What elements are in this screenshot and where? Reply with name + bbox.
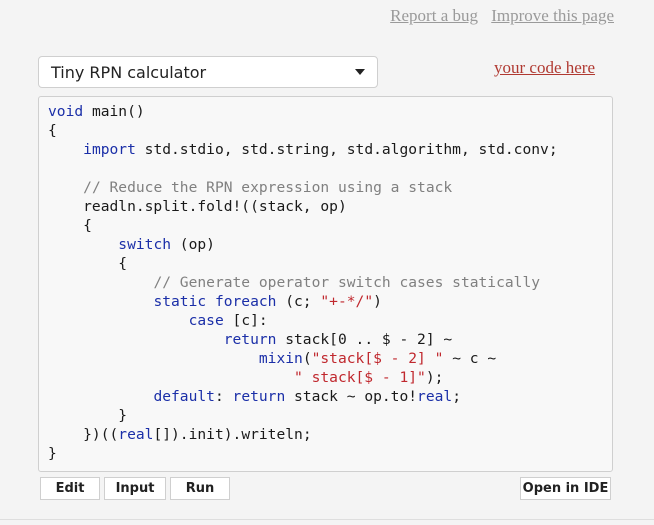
- example-select-value: Tiny RPN calculator: [51, 62, 207, 82]
- code-line: mixin("stack[$ - 2] " ~ c ~: [48, 349, 612, 368]
- code-text: {: [48, 122, 57, 139]
- code-text: {: [48, 217, 92, 234]
- bottom-divider: [0, 519, 654, 520]
- code-line: switch (op): [48, 235, 612, 254]
- code-line: void main(): [48, 102, 612, 121]
- report-bug-link[interactable]: Report a bug: [390, 6, 478, 25]
- run-button[interactable]: Run: [170, 477, 230, 500]
- code-text: (op): [171, 236, 215, 253]
- code-keyword: import: [83, 141, 136, 158]
- top-links: Report a bug Improve this page: [381, 6, 614, 26]
- code-text: })((: [48, 426, 119, 443]
- code-text: std.stdio, std.string, std.algorithm, st…: [135, 141, 558, 158]
- code-line: readln.split.fold!((stack, op): [48, 197, 612, 216]
- code-text: }: [48, 407, 128, 424]
- code-text: stack ~ op.to!: [285, 388, 418, 405]
- code-text: main(): [83, 103, 145, 120]
- code-editor[interactable]: void main(){ import std.stdio, std.strin…: [38, 96, 613, 472]
- code-keyword: return: [232, 388, 286, 405]
- code-line: }: [48, 444, 612, 463]
- code-text: (c;: [276, 293, 321, 310]
- code-keyword: switch: [118, 236, 172, 253]
- page: Report a bug Improve this page Tiny RPN …: [0, 0, 654, 525]
- code-keyword: real: [118, 426, 154, 443]
- open-in-ide-button[interactable]: Open in IDE: [520, 477, 611, 500]
- code-text: }: [48, 445, 57, 462]
- improve-page-link[interactable]: Improve this page: [491, 6, 614, 25]
- your-code-link[interactable]: your code here: [494, 58, 595, 78]
- code-line: // Generate operator switch cases static…: [48, 273, 612, 292]
- code-keyword: case: [188, 312, 224, 329]
- code-keyword: void: [48, 103, 84, 120]
- code-text: ;: [452, 388, 461, 405]
- chevron-down-icon: [355, 69, 365, 75]
- code-line: {: [48, 216, 612, 235]
- code-line: case [c]:: [48, 311, 612, 330]
- code-keyword: default: [153, 388, 215, 405]
- code-text: readln.split.fold!((stack, op): [48, 198, 347, 215]
- code-comment: // Generate operator switch cases static…: [153, 274, 541, 291]
- code-text: ~ c ~: [443, 350, 497, 367]
- code-line: static foreach (c; "+-*/"): [48, 292, 612, 311]
- code-line: import std.stdio, std.string, std.algori…: [48, 140, 612, 159]
- code-text: );: [425, 369, 444, 386]
- code-line: default: return stack ~ op.to!real;: [48, 387, 612, 406]
- edit-button[interactable]: Edit: [40, 477, 100, 500]
- code-text: [c]:: [223, 312, 268, 329]
- code-comment: // Reduce the RPN expression using a sta…: [83, 179, 453, 196]
- code-text: []).init).writeln;: [153, 426, 312, 443]
- code-string: "+-*/": [320, 293, 374, 310]
- example-select[interactable]: Tiny RPN calculator: [38, 56, 378, 88]
- code-line: return stack[0 .. $ - 2] ~: [48, 330, 612, 349]
- code-text: stack[0 .. $ - 2] ~: [276, 331, 453, 348]
- code-text: {: [48, 255, 128, 272]
- code-line: {: [48, 254, 612, 273]
- code-text: (: [302, 350, 312, 367]
- code-line: " stack[$ - 1]");: [48, 368, 612, 387]
- code-line: // Reduce the RPN expression using a sta…: [48, 178, 612, 197]
- input-button[interactable]: Input: [104, 477, 166, 500]
- code-text: :: [214, 388, 233, 405]
- code-text: ): [373, 293, 382, 310]
- code-string: " stack[$ - 1]": [294, 369, 426, 386]
- code-keyword: mixin: [258, 350, 303, 367]
- code-string: "stack[$ - 2] ": [311, 350, 444, 367]
- code-keyword: static foreach: [153, 293, 277, 310]
- code-keyword: real: [417, 388, 453, 405]
- code-line: }: [48, 406, 612, 425]
- code-line: {: [48, 121, 612, 140]
- code-line: })((real[]).init).writeln;: [48, 425, 612, 444]
- code-keyword: return: [223, 331, 277, 348]
